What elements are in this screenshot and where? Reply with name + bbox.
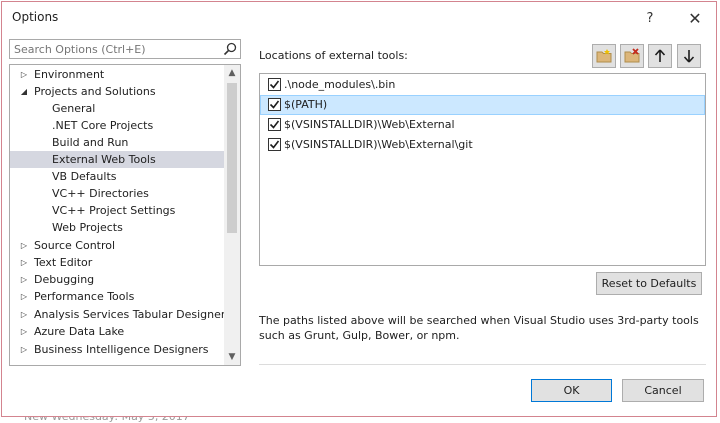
- new-folder-icon: [596, 49, 612, 63]
- tree-item-projects-and-solutions[interactable]: ◢ Projects and Solutions: [10, 83, 224, 100]
- tree-item-label: Source Control: [34, 239, 116, 252]
- location-row-selected[interactable]: $(PATH): [260, 95, 705, 115]
- tree-item-net-core-projects[interactable]: .NET Core Projects: [10, 117, 224, 134]
- locations-label: Locations of external tools:: [259, 49, 408, 62]
- help-button[interactable]: ?: [636, 6, 664, 30]
- expand-arrow-icon[interactable]: ▷: [19, 288, 29, 305]
- expand-arrow-icon[interactable]: ▷: [19, 237, 29, 254]
- description-text: The paths listed above will be searched …: [259, 314, 699, 342]
- tree-item-label: VC++ Project Settings: [52, 204, 176, 217]
- location-checkbox[interactable]: [268, 138, 281, 151]
- search-input[interactable]: [10, 40, 214, 58]
- search-icon[interactable]: [222, 41, 238, 57]
- tree-item-label: External Web Tools: [52, 153, 156, 166]
- cancel-button[interactable]: Cancel: [622, 379, 704, 402]
- search-box[interactable]: [9, 39, 241, 59]
- tree-item-label: VC++ Directories: [52, 187, 149, 200]
- tree-item-performance-tools[interactable]: ▷ Performance Tools: [10, 288, 224, 305]
- location-row[interactable]: .\node_modules\.bin: [260, 75, 705, 95]
- tree-item-web-projects[interactable]: Web Projects: [10, 219, 224, 236]
- checkmark-icon: [269, 140, 280, 149]
- location-checkbox[interactable]: [268, 118, 281, 131]
- tree-item-build-and-run[interactable]: Build and Run: [10, 134, 224, 151]
- tree-item-label: Projects and Solutions: [34, 85, 156, 98]
- tree-item-environment[interactable]: ▷ Environment: [10, 66, 224, 83]
- dialog-title: Options: [12, 10, 59, 24]
- scrollbar-thumb[interactable]: [227, 83, 237, 233]
- tree-item-label: Build and Run: [52, 136, 129, 149]
- tree-item-label: Business Intelligence Designers: [34, 343, 209, 356]
- scroll-down-icon[interactable]: ▼: [224, 349, 240, 365]
- tree-item-azure-data-lake[interactable]: ▷ Azure Data Lake: [10, 323, 224, 340]
- tree-item-label: Azure Data Lake: [34, 325, 125, 338]
- location-path: .\node_modules\.bin: [284, 78, 396, 91]
- tree-scrollbar[interactable]: ▲ ▼: [224, 65, 240, 365]
- location-checkbox[interactable]: [268, 78, 281, 91]
- remove-location-button[interactable]: [620, 44, 644, 68]
- checkmark-icon: [269, 80, 280, 89]
- scroll-up-icon[interactable]: ▲: [224, 65, 240, 81]
- expand-arrow-icon[interactable]: ▷: [19, 323, 29, 340]
- locations-list[interactable]: .\node_modules\.bin $(PATH) $(VSINSTALLD…: [259, 73, 706, 266]
- tree-item-vb-defaults[interactable]: VB Defaults: [10, 168, 224, 185]
- location-path: $(VSINSTALLDIR)\Web\External\git: [284, 138, 473, 151]
- checkmark-icon: [269, 100, 280, 109]
- tree-item-vc-directories[interactable]: VC++ Directories: [10, 185, 224, 202]
- collapse-arrow-icon[interactable]: ◢: [19, 83, 29, 100]
- add-location-button[interactable]: [592, 44, 616, 68]
- expand-arrow-icon[interactable]: ▷: [19, 271, 29, 288]
- tree-item-vc-project-settings[interactable]: VC++ Project Settings: [10, 202, 224, 219]
- tree-item-label: .NET Core Projects: [52, 119, 154, 132]
- reset-to-defaults-button[interactable]: Reset to Defaults: [596, 272, 702, 295]
- divider: [259, 364, 706, 365]
- move-down-button[interactable]: [677, 44, 701, 68]
- tree-item-business-intelligence[interactable]: ▷ Business Intelligence Designers: [10, 341, 224, 358]
- tree-item-label: Web Projects: [52, 221, 123, 234]
- tree-item-label: VB Defaults: [52, 170, 117, 183]
- arrow-down-icon: [683, 50, 695, 63]
- expand-arrow-icon[interactable]: ▷: [19, 341, 29, 358]
- tree-item-analysis-services[interactable]: ▷ Analysis Services Tabular Designers: [10, 306, 231, 323]
- tree-item-label: Environment: [34, 68, 105, 81]
- tree-item-general[interactable]: General: [10, 100, 224, 117]
- location-checkbox[interactable]: [268, 98, 281, 111]
- title-bar: Options ? ✕: [2, 2, 716, 34]
- tree-item-label: Performance Tools: [34, 290, 135, 303]
- tree-item-label: Analysis Services Tabular Designers: [34, 308, 232, 321]
- tree-item-label: Text Editor: [34, 256, 93, 269]
- options-tree[interactable]: ▷ Environment ◢ Projects and Solutions G…: [9, 64, 241, 366]
- arrow-up-icon: [654, 49, 666, 62]
- expand-arrow-icon[interactable]: ▷: [19, 66, 29, 83]
- close-button[interactable]: ✕: [681, 6, 709, 30]
- tree-item-label: Debugging: [34, 273, 95, 286]
- checkmark-icon: [269, 120, 280, 129]
- location-row[interactable]: $(VSINSTALLDIR)\Web\External: [260, 115, 705, 135]
- location-path: $(VSINSTALLDIR)\Web\External: [284, 118, 455, 131]
- move-up-button[interactable]: [648, 44, 672, 68]
- expand-arrow-icon[interactable]: ▷: [19, 306, 29, 323]
- tree-item-label: General: [52, 102, 96, 115]
- tree-item-text-editor[interactable]: ▷ Text Editor: [10, 254, 224, 271]
- tree-item-external-web-tools[interactable]: External Web Tools: [10, 151, 224, 168]
- tree-item-debugging[interactable]: ▷ Debugging: [10, 271, 224, 288]
- location-row[interactable]: $(VSINSTALLDIR)\Web\External\git: [260, 135, 705, 155]
- location-path: $(PATH): [284, 98, 328, 111]
- expand-arrow-icon[interactable]: ▷: [19, 254, 29, 271]
- ok-button[interactable]: OK: [531, 379, 612, 402]
- delete-folder-icon: [624, 48, 640, 63]
- tree-item-source-control[interactable]: ▷ Source Control: [10, 237, 224, 254]
